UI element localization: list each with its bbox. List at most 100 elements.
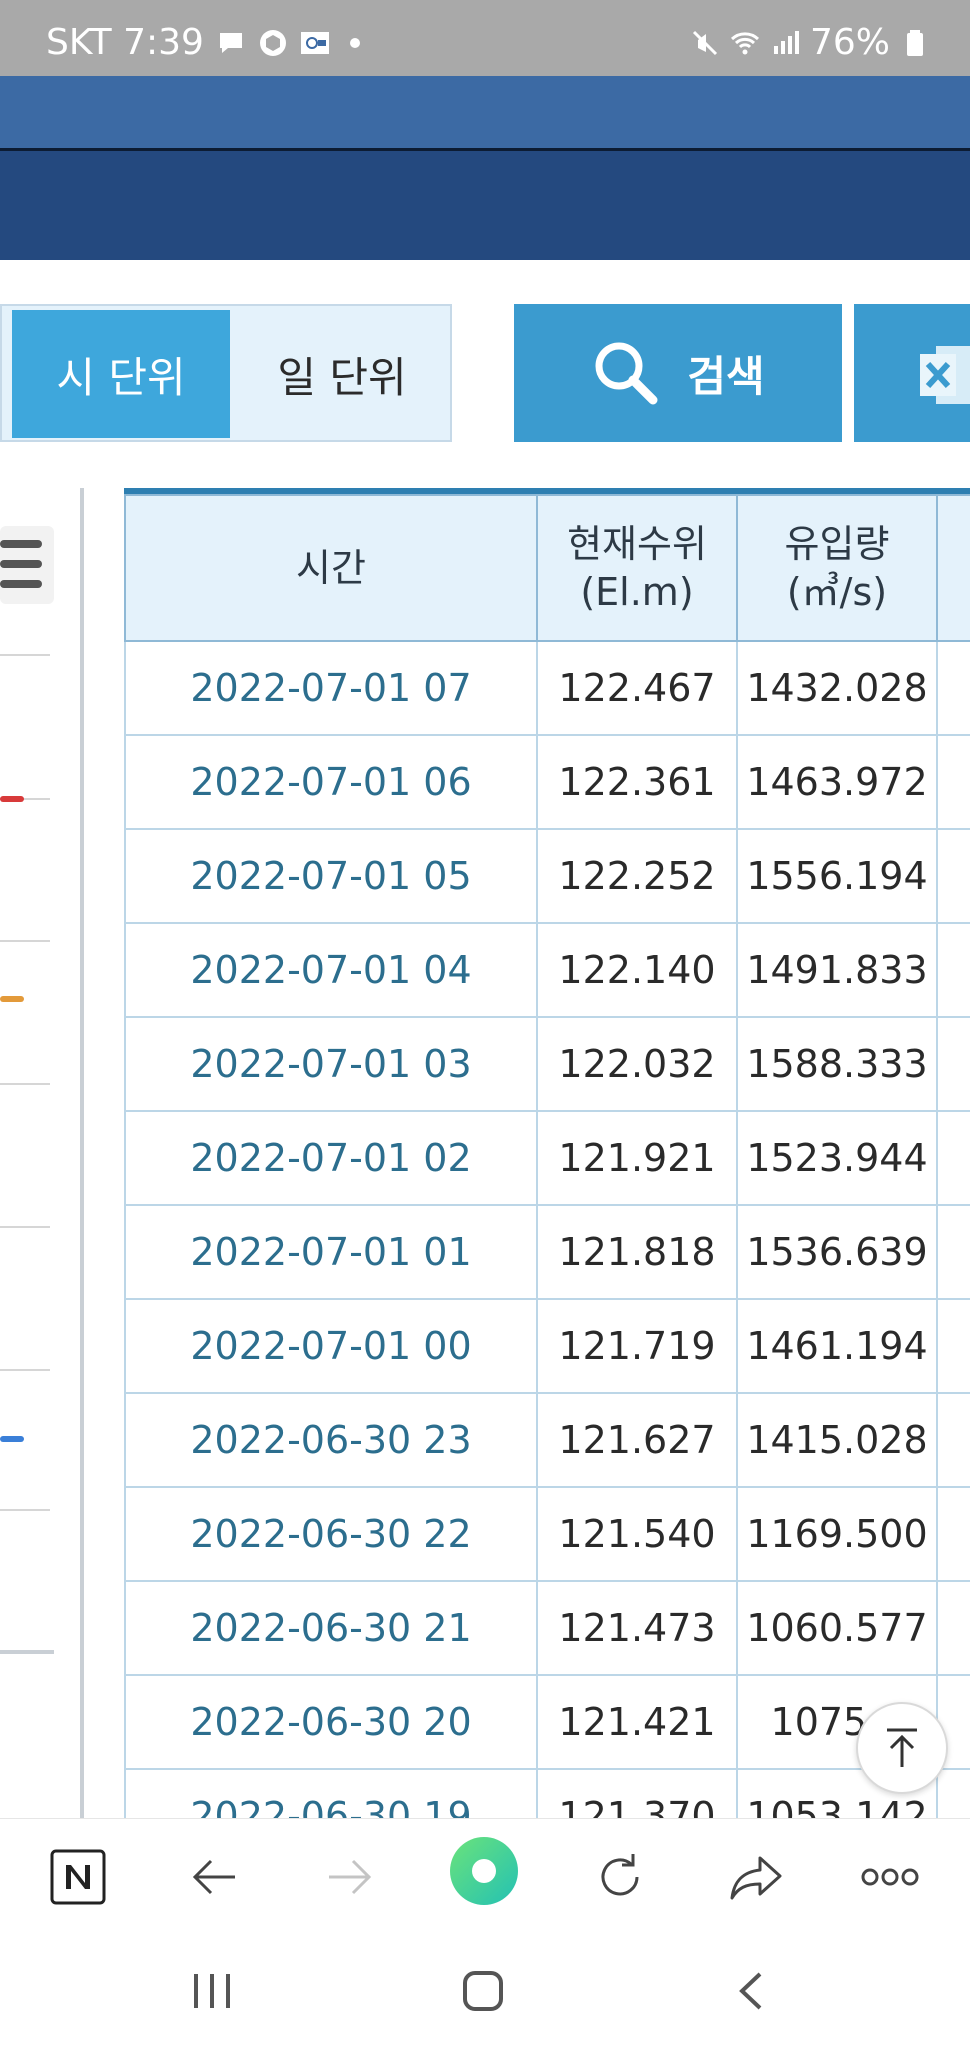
cell-water-level: 122.467 bbox=[536, 640, 738, 736]
cell-time: 2022-07-01 00 bbox=[124, 1298, 538, 1394]
notification-dot bbox=[349, 37, 360, 48]
scroll-to-top-button[interactable] bbox=[856, 1702, 948, 1794]
cell-water-level: 121.921 bbox=[536, 1110, 738, 1206]
chart-series-mark-orange bbox=[0, 996, 24, 1002]
forward-button[interactable] bbox=[320, 1847, 380, 1907]
chart-scrollbar[interactable] bbox=[0, 1650, 54, 1654]
cell-water-level: 122.032 bbox=[536, 1016, 738, 1112]
chart-series-mark-blue bbox=[0, 1436, 24, 1442]
status-bar: SKT 7:39 76% bbox=[0, 0, 970, 76]
header-inflow: 유입량 (㎥/s) bbox=[736, 494, 938, 642]
cell-time: 2022-06-30 21 bbox=[124, 1580, 538, 1676]
header-water-level: 현재수위 (El.m) bbox=[536, 494, 738, 642]
cell-time: 2022-06-30 19 bbox=[124, 1768, 538, 1818]
cell-extra bbox=[936, 1392, 970, 1488]
cell-time: 2022-06-30 20 bbox=[124, 1674, 538, 1770]
cell-extra bbox=[936, 1298, 970, 1394]
table-header-row: 시간 현재수위 (El.m) 유입량 (㎥/s) bbox=[124, 494, 970, 642]
status-right: 76% bbox=[690, 22, 930, 63]
cell-time: 2022-07-01 01 bbox=[124, 1204, 538, 1300]
header-time: 시간 bbox=[124, 494, 538, 642]
table-row: 2022-06-30 19 121.370 1053.142 bbox=[124, 1768, 970, 1818]
share-button[interactable] bbox=[726, 1847, 786, 1907]
cell-extra bbox=[936, 1768, 970, 1818]
cube-icon bbox=[259, 29, 286, 56]
cell-inflow: 1536.639 bbox=[736, 1204, 938, 1300]
status-left: SKT 7:39 bbox=[46, 22, 360, 63]
hourly-label: 시 단위 bbox=[56, 352, 186, 402]
green-dot-icon bbox=[450, 1837, 518, 1905]
refresh-button[interactable] bbox=[590, 1847, 650, 1907]
chart-gridline bbox=[0, 1369, 50, 1371]
refresh-icon bbox=[601, 1854, 639, 1896]
cell-time: 2022-07-01 03 bbox=[124, 1016, 538, 1112]
table-row: 2022-07-01 02 121.921 1523.944 bbox=[124, 1110, 970, 1206]
table-row: 2022-07-01 03 122.032 1588.333 bbox=[124, 1016, 970, 1112]
chart-gridline bbox=[0, 1083, 50, 1085]
naver-home-button[interactable] bbox=[48, 1847, 108, 1907]
cell-extra bbox=[936, 734, 970, 830]
site-header-bottom bbox=[0, 151, 970, 260]
more-button[interactable] bbox=[860, 1847, 920, 1907]
table-row: 2022-07-01 07 122.467 1432.028 bbox=[124, 640, 970, 736]
share-arrow-icon bbox=[730, 1856, 782, 1900]
daily-label: 일 단위 bbox=[277, 352, 407, 402]
cell-time: 2022-07-01 04 bbox=[124, 922, 538, 1018]
battery-percent: 76% bbox=[809, 22, 890, 63]
cell-water-level: 121.627 bbox=[536, 1392, 738, 1488]
cell-extra bbox=[936, 1110, 970, 1206]
cell-extra bbox=[936, 1016, 970, 1112]
table-row: 2022-06-30 20 121.421 1075.7 bbox=[124, 1674, 970, 1770]
table-row: 2022-06-30 23 121.627 1415.028 bbox=[124, 1392, 970, 1488]
battery-icon bbox=[907, 29, 923, 56]
system-nav-bar bbox=[0, 1934, 970, 2048]
home-icon[interactable] bbox=[462, 1970, 504, 2012]
browser-toolbar bbox=[0, 1818, 970, 1934]
cell-water-level: 121.540 bbox=[536, 1486, 738, 1582]
cell-water-level: 122.252 bbox=[536, 828, 738, 924]
header-next-column bbox=[936, 494, 970, 642]
cell-inflow: 1432.028 bbox=[736, 640, 938, 736]
daily-toggle-button[interactable]: 일 단위 bbox=[234, 310, 450, 438]
chart-gridline bbox=[0, 940, 50, 942]
signal-icon bbox=[773, 30, 799, 54]
cell-water-level: 121.818 bbox=[536, 1204, 738, 1300]
hamburger-menu-icon[interactable] bbox=[0, 526, 54, 604]
cell-inflow: 1463.972 bbox=[736, 734, 938, 830]
cell-time: 2022-07-01 05 bbox=[124, 828, 538, 924]
carrier-time: SKT 7:39 bbox=[46, 22, 204, 63]
cell-inflow: 1523.944 bbox=[736, 1110, 938, 1206]
back-nav-icon[interactable] bbox=[736, 1970, 766, 2012]
cell-water-level: 121.719 bbox=[536, 1298, 738, 1394]
cell-time: 2022-07-01 06 bbox=[124, 734, 538, 830]
green-dot-button[interactable] bbox=[448, 1835, 520, 1907]
excel-download-button[interactable] bbox=[854, 304, 970, 442]
unit-toggle: 시 단위 일 단위 bbox=[0, 304, 452, 442]
chart-gridline bbox=[0, 1226, 50, 1228]
cell-extra bbox=[936, 1580, 970, 1676]
arrow-up-icon bbox=[887, 1728, 917, 1767]
cell-inflow: 1461.194 bbox=[736, 1298, 938, 1394]
arrow-right-icon bbox=[329, 1859, 372, 1895]
cell-extra bbox=[936, 828, 970, 924]
cell-extra bbox=[936, 1486, 970, 1582]
menu-bar-1 bbox=[0, 540, 42, 548]
cell-extra bbox=[936, 922, 970, 1018]
cell-inflow: 1169.500 bbox=[736, 1486, 938, 1582]
cell-water-level: 121.473 bbox=[536, 1580, 738, 1676]
cell-inflow: 1588.333 bbox=[736, 1016, 938, 1112]
chart-gridline bbox=[0, 654, 50, 656]
recent-apps-icon[interactable] bbox=[192, 1972, 232, 2010]
table-row: 2022-06-30 22 121.540 1169.500 bbox=[124, 1486, 970, 1582]
cell-time: 2022-07-01 02 bbox=[124, 1110, 538, 1206]
hourly-toggle-button[interactable]: 시 단위 bbox=[12, 310, 230, 438]
cell-time: 2022-07-01 07 bbox=[124, 640, 538, 736]
back-button[interactable] bbox=[184, 1847, 244, 1907]
search-button[interactable]: 검색 bbox=[514, 304, 842, 442]
app-badge-icon bbox=[300, 31, 329, 54]
excel-icon bbox=[920, 346, 970, 404]
table-row: 2022-07-01 04 122.140 1491.833 bbox=[124, 922, 970, 1018]
cell-inflow: 1491.833 bbox=[736, 922, 938, 1018]
chart-panel bbox=[0, 488, 84, 1818]
more-dots-icon bbox=[861, 1868, 919, 1886]
